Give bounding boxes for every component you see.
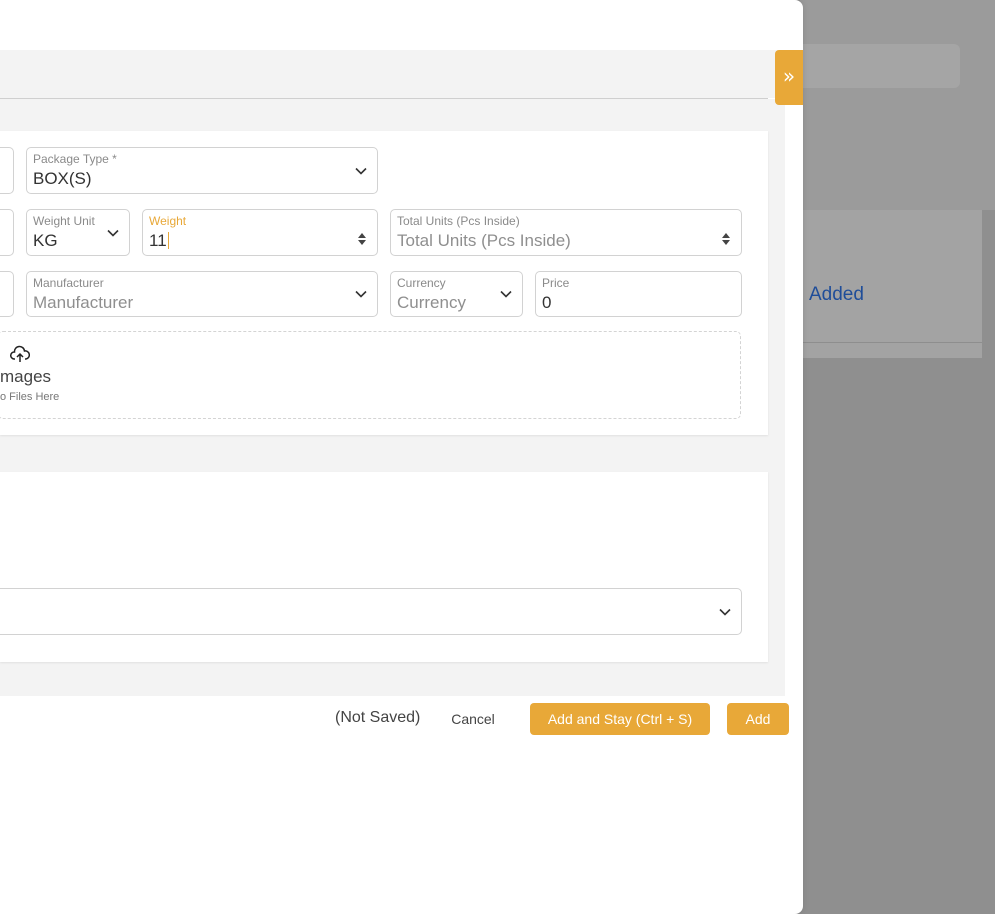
weight-input[interactable]: Weight 11 (142, 209, 378, 256)
drop-zone-subtitle: o Files Here (0, 391, 60, 403)
total-units-input[interactable]: Total Units (Pcs Inside) Total Units (Pc… (390, 209, 742, 256)
total-units-label: Total Units (Pcs Inside) (397, 214, 520, 228)
price-label: Price (542, 276, 570, 290)
cloud-upload-icon (10, 345, 30, 362)
price-value: 0 (542, 293, 552, 312)
chevron-down-icon (107, 229, 119, 237)
manufacturer-placeholder: Manufacturer (33, 293, 134, 312)
background-status-link: Added (809, 284, 864, 305)
text-caret (167, 232, 169, 249)
image-drop-zone[interactable] (0, 331, 741, 419)
chevron-down-icon (355, 290, 367, 298)
truncated-field-3[interactable] (0, 271, 14, 317)
number-spinner-icon[interactable] (355, 231, 369, 247)
save-status: (Not Saved) (335, 709, 421, 726)
secondary-card (0, 472, 768, 662)
currency-select[interactable]: Currency Currency (390, 271, 523, 317)
package-type-select[interactable]: Package Type * BOX(S) (26, 147, 378, 194)
cancel-button[interactable]: Cancel (443, 703, 503, 735)
secondary-select[interactable] (0, 588, 742, 635)
manufacturer-label: Manufacturer (33, 276, 104, 290)
add-button[interactable]: Add (727, 703, 789, 735)
total-units-placeholder: Total Units (Pcs Inside) (397, 231, 571, 250)
weight-unit-label: Weight Unit (33, 214, 95, 228)
drawer-header (0, 50, 785, 98)
add-and-stay-button[interactable]: Add and Stay (Ctrl + S) (530, 703, 710, 735)
currency-placeholder: Currency (397, 293, 466, 312)
background-header (800, 0, 995, 210)
weight-unit-select[interactable]: Weight Unit KG (26, 209, 130, 256)
weight-label: Weight (149, 214, 187, 228)
add-item-drawer: Package Type * BOX(S) Weight Unit KG Wei… (0, 0, 803, 914)
weight-unit-value: KG (33, 231, 58, 250)
drop-zone-title: mages (0, 367, 52, 386)
background-search-box (790, 44, 960, 88)
number-spinner-icon[interactable] (719, 231, 733, 247)
currency-label: Currency (397, 276, 446, 290)
package-type-label: Package Type * (33, 152, 117, 166)
chevron-down-icon (500, 290, 512, 298)
truncated-field-1[interactable] (0, 147, 14, 194)
header-divider (0, 98, 768, 99)
weight-value: 11 (149, 231, 167, 250)
truncated-field-2[interactable] (0, 209, 14, 256)
collapse-drawer-button[interactable]: » (775, 50, 803, 105)
chevron-down-icon (719, 608, 731, 616)
price-input[interactable]: Price 0 (535, 271, 742, 317)
manufacturer-select[interactable]: Manufacturer Manufacturer (26, 271, 378, 317)
background-divider (790, 342, 982, 343)
weight-value-wrap: 11 (149, 231, 169, 251)
package-type-value: BOX(S) (33, 169, 92, 188)
chevron-down-icon (355, 167, 367, 175)
double-chevron-right-icon: » (782, 64, 796, 88)
